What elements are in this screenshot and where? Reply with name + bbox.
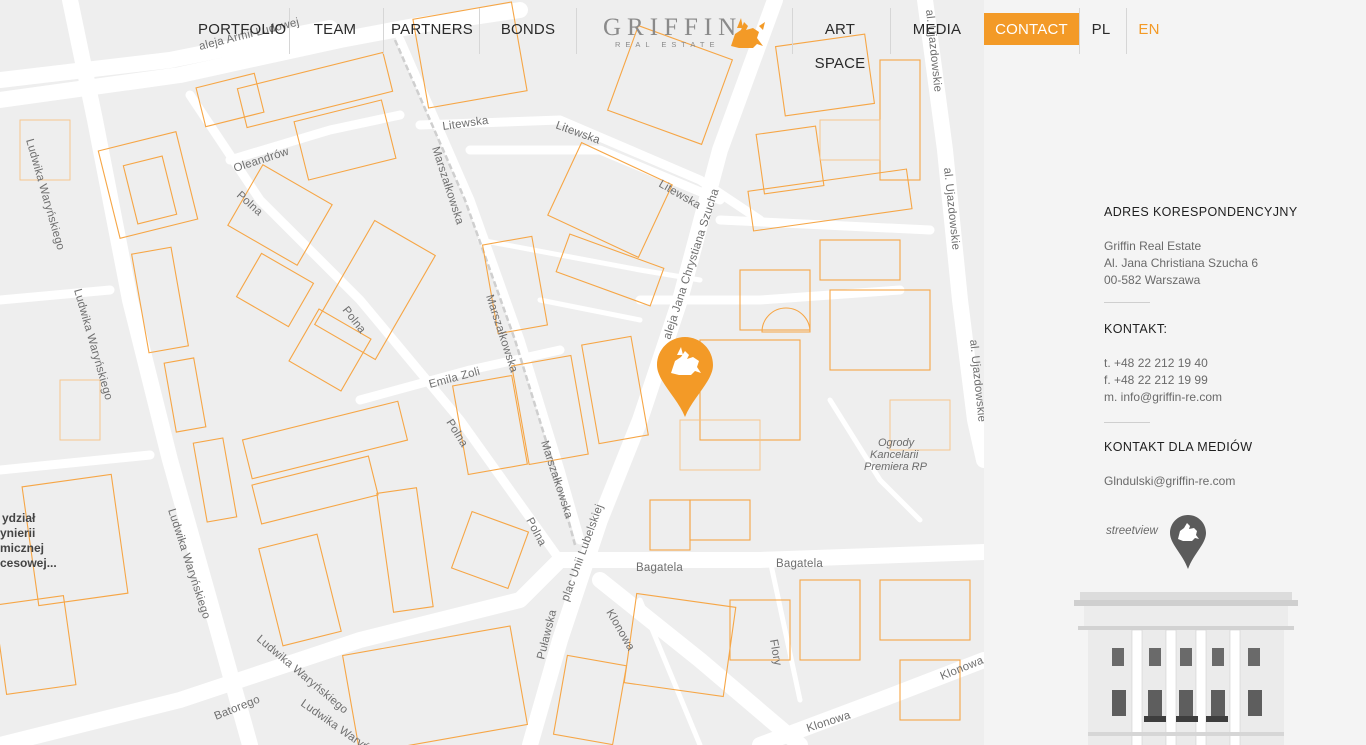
logo-wordmark: GRIFFIN: [603, 14, 743, 41]
lang-en[interactable]: EN: [1132, 13, 1166, 45]
logo-subtitle: REAL ESTATE: [615, 40, 720, 49]
nav-contact[interactable]: CONTACT: [984, 13, 1079, 45]
address-line: Al. Jana Christiana Szucha 6: [1104, 256, 1259, 270]
svg-text:Premiera RP: Premiera RP: [864, 461, 928, 473]
nav-art-space[interactable]: ART SPACE: [798, 13, 882, 72]
svg-text:ydział: ydział: [2, 511, 36, 525]
nav-divider: [890, 8, 891, 54]
address-line: Griffin Real Estate: [1104, 239, 1202, 253]
nav-partners[interactable]: PARTNERS: [390, 13, 474, 45]
svg-text:ynierii: ynierii: [0, 526, 35, 540]
nav-media[interactable]: MEDIA: [900, 13, 974, 45]
nav-divider: [289, 8, 290, 54]
nav-divider: [1079, 8, 1080, 54]
svg-text:Bagatela: Bagatela: [776, 558, 823, 570]
section-divider: [1104, 422, 1150, 423]
address-line: 00-582 Warszawa: [1104, 273, 1201, 287]
nav-divider: [383, 8, 384, 54]
contact-sidebar: ADRES KORESPONDENCYJNY Griffin Real Esta…: [984, 60, 1366, 745]
email-line[interactable]: m. info@griffin-re.com: [1104, 389, 1222, 406]
svg-text:Bagatela: Bagatela: [636, 562, 683, 574]
nav-divider: [576, 8, 577, 54]
section-divider: [1104, 302, 1150, 303]
phone-line[interactable]: t. +48 22 212 19 40: [1104, 355, 1208, 372]
streetview-pin[interactable]: [1170, 515, 1206, 569]
nav-bonds[interactable]: BONDS: [486, 13, 570, 45]
main-navigation: PORTFOLIO TEAM PARTNERS BONDS GRIFFIN RE…: [0, 0, 1366, 72]
nav-portfolio[interactable]: PORTFOLIO: [198, 13, 286, 45]
nav-divider: [479, 8, 480, 54]
location-map[interactable]: aleja Armii Ludowej Litewska Litewska Li…: [0, 0, 984, 745]
media-email-link[interactable]: Glndulski@griffin-re.com: [1104, 473, 1235, 490]
svg-text:cesowej...: cesowej...: [0, 556, 57, 570]
svg-text:micznej: micznej: [0, 541, 44, 555]
contact-heading: KONTAKT:: [1104, 322, 1168, 336]
fax-line: f. +48 22 212 19 99: [1104, 373, 1208, 387]
nav-divider: [1126, 8, 1127, 54]
svg-text:Ogrody: Ogrody: [878, 437, 916, 449]
nav-team[interactable]: TEAM: [296, 13, 374, 45]
office-building-image[interactable]: [1074, 586, 1298, 745]
nav-divider: [792, 8, 793, 54]
griffin-icon: [731, 18, 765, 48]
svg-text:Kancelarii: Kancelarii: [870, 449, 919, 461]
streetview-link[interactable]: streetview: [1106, 525, 1158, 537]
address-heading: ADRES KORESPONDENCYJNY: [1104, 205, 1298, 219]
griffin-logo[interactable]: GRIFFIN REAL ESTATE: [603, 14, 769, 50]
media-heading: KONTAKT DLA MEDIÓW: [1104, 440, 1253, 454]
map-canvas[interactable]: aleja Armii Ludowej Litewska Litewska Li…: [0, 0, 984, 745]
lang-pl[interactable]: PL: [1082, 13, 1120, 45]
